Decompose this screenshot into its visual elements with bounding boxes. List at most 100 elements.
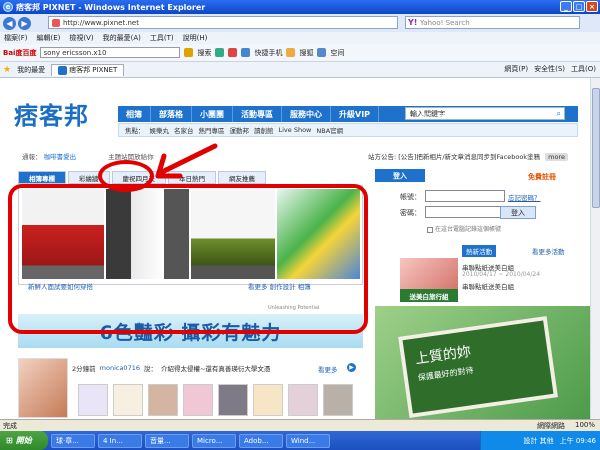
forgot-password-link[interactable]: 忘記密碼？ bbox=[508, 192, 541, 202]
taskbar-item[interactable]: Wind... bbox=[286, 433, 330, 448]
browser-tab[interactable]: 痞客邦 PIXNET bbox=[51, 63, 125, 76]
tray-extra[interactable]: 設計 其他 bbox=[523, 436, 553, 446]
nav-blog[interactable]: 部落格 bbox=[151, 106, 192, 122]
baidu-search-button[interactable]: 搜索 bbox=[197, 48, 211, 58]
taskbar-item[interactable]: Micro... bbox=[192, 433, 236, 448]
star-icon[interactable]: ★ bbox=[3, 65, 11, 75]
url-input[interactable]: http://www.pixnet.net bbox=[48, 16, 398, 29]
tools-menu[interactable]: 工具(O) bbox=[571, 64, 596, 74]
close-button[interactable]: × bbox=[586, 1, 598, 12]
avatar[interactable] bbox=[218, 384, 248, 416]
search-icon[interactable]: ⌕ bbox=[557, 109, 561, 119]
avatar[interactable] bbox=[78, 384, 108, 416]
announcement-text[interactable]: 站方公告: [公告]把新相片/新文章消息同步到Facebook塗鴉 bbox=[368, 153, 540, 161]
menu-file[interactable]: 檔案(F) bbox=[4, 33, 28, 43]
menu-favorites[interactable]: 我的最愛(A) bbox=[103, 33, 141, 43]
user-link[interactable]: monica0716 bbox=[100, 364, 140, 372]
menu-bar: 檔案(F) 編輯(E) 檢視(V) 我的最愛(A) 工具(T) 說明(H) bbox=[0, 32, 600, 44]
menu-help[interactable]: 說明(H) bbox=[183, 33, 208, 43]
start-label: 開始 bbox=[15, 436, 32, 445]
login-button[interactable]: 登入 bbox=[500, 206, 536, 219]
avatar[interactable] bbox=[253, 384, 283, 416]
account-label: 帳號： bbox=[400, 193, 421, 201]
avatar[interactable] bbox=[323, 384, 353, 416]
time-ago: 2分鐘前 bbox=[72, 365, 96, 373]
see-more-link[interactable]: 看更多 bbox=[318, 364, 338, 374]
taskbar: ⊞ 開始 球·章... 4 In... 音量... Micro... Adob..… bbox=[0, 431, 600, 450]
toolbar-label-3[interactable]: 空间 bbox=[330, 48, 344, 58]
next-arrow-icon[interactable]: ▶ bbox=[347, 363, 356, 372]
avatar[interactable] bbox=[183, 384, 213, 416]
avatar-row bbox=[18, 378, 363, 418]
tab-recommended[interactable]: 網友推薦 bbox=[218, 171, 266, 184]
avatar[interactable] bbox=[113, 384, 143, 416]
toolbar-icon[interactable] bbox=[228, 48, 238, 57]
baidu-toolbar: Bai度百度 sony ericsson.x10 搜索 快捷手机 搜狐 空间 bbox=[0, 44, 600, 62]
subnav-item[interactable]: 名家台 bbox=[174, 125, 194, 135]
activity-more-link[interactable]: 看更多活動 bbox=[532, 246, 565, 256]
subnav-item[interactable]: 娛樂丸 bbox=[150, 125, 170, 135]
taskbar-item[interactable]: 4 In... bbox=[98, 433, 142, 448]
subnav-item[interactable]: 讀創館 bbox=[254, 125, 274, 135]
toolbar-icon[interactable] bbox=[286, 48, 296, 57]
back-icon[interactable]: ◀ bbox=[3, 16, 16, 30]
menu-tools[interactable]: 工具(T) bbox=[150, 33, 174, 43]
site-logo[interactable]: 痞客邦 bbox=[14, 96, 89, 131]
page-menu[interactable]: 網頁(P) bbox=[504, 64, 528, 74]
free-register-link[interactable]: 免費註冊 bbox=[528, 172, 556, 182]
password-input[interactable] bbox=[425, 206, 505, 218]
account-input[interactable] bbox=[425, 190, 505, 202]
tab-album-column[interactable]: 相簿專欄 bbox=[18, 171, 66, 184]
vertical-scrollbar[interactable] bbox=[590, 78, 600, 419]
promo-image[interactable]: 送美白旅行組 bbox=[400, 258, 458, 302]
toolbar-label-2[interactable]: 搜狐 bbox=[299, 48, 313, 58]
nav-events[interactable]: 活動專區 bbox=[233, 106, 282, 122]
login-tab[interactable]: 登入 bbox=[375, 169, 425, 182]
url-text: http://www.pixnet.net bbox=[63, 18, 139, 27]
maximize-button[interactable]: □ bbox=[573, 1, 585, 12]
taskbar-item[interactable]: 球·章... bbox=[51, 433, 95, 448]
toolbar-icon[interactable] bbox=[317, 48, 327, 57]
start-button[interactable]: ⊞ 開始 bbox=[0, 431, 48, 450]
promo-band: 送美白旅行組 bbox=[400, 289, 458, 302]
checkbox-icon[interactable] bbox=[427, 226, 433, 233]
subnav-item[interactable]: 運動邦 bbox=[230, 125, 250, 135]
system-tray: 設計 其他 上午 09:46 bbox=[480, 431, 600, 450]
nav-service[interactable]: 服務中心 bbox=[282, 106, 331, 122]
safety-menu[interactable]: 安全性(S) bbox=[534, 64, 565, 74]
activity-title[interactable]: 串聯點紙送美白組 bbox=[462, 281, 514, 291]
site-announcement: 站方公告: [公告]把新相片/新文章消息同步到Facebook塗鴉 more bbox=[368, 151, 568, 161]
toolbar-icon[interactable] bbox=[241, 48, 251, 57]
nav-album[interactable]: 相簿 bbox=[118, 106, 151, 122]
zoom-level[interactable]: 100% bbox=[575, 421, 595, 431]
avatar[interactable] bbox=[288, 384, 318, 416]
baidu-search-input[interactable]: sony ericsson.x10 bbox=[40, 47, 181, 58]
forward-icon[interactable]: ▶ bbox=[18, 16, 31, 30]
search-input[interactable]: Y! Yahoo! Search bbox=[405, 16, 580, 29]
notice-link[interactable]: 咖啡書愛出 bbox=[44, 153, 77, 161]
subnav-item[interactable]: NBA官網 bbox=[316, 125, 343, 135]
scroll-thumb[interactable] bbox=[592, 88, 600, 208]
taskbar-item[interactable]: Adob... bbox=[239, 433, 283, 448]
subnav-item[interactable]: 熱門專區 bbox=[199, 125, 225, 135]
remember-checkbox[interactable]: 在這台電腦記錄這個帳號 bbox=[427, 224, 501, 233]
toolbar-icon[interactable] bbox=[215, 48, 225, 57]
windows-icon: ⊞ bbox=[6, 436, 13, 445]
minimize-button[interactable]: _ bbox=[560, 1, 572, 12]
nav-group[interactable]: 小團團 bbox=[192, 106, 233, 122]
notice-label: 通報： bbox=[22, 153, 42, 161]
nav-vip[interactable]: 升級VIP bbox=[331, 106, 380, 122]
menu-view[interactable]: 檢視(V) bbox=[69, 33, 93, 43]
subnav-item[interactable]: Live Show bbox=[279, 126, 312, 134]
more-button[interactable]: more bbox=[545, 153, 568, 161]
user-quote[interactable]: 介紹得太侵權~還有真善瑛衍大學文憑 bbox=[161, 363, 270, 373]
ie-window: e 痞客邦 PIXNET - Windows Internet Explorer… bbox=[0, 0, 600, 450]
favorites-label[interactable]: 我的最愛 bbox=[17, 65, 45, 75]
hot-keywords[interactable]: 熱門：NBA官網,鄭昕正林,吳建豪生田斗真,大奶 bbox=[420, 111, 546, 120]
tab-icon bbox=[58, 65, 68, 75]
avatar[interactable] bbox=[148, 384, 178, 416]
menu-edit[interactable]: 編輯(E) bbox=[37, 33, 61, 43]
taskbar-item[interactable]: 音量... bbox=[145, 433, 189, 448]
ad-image[interactable]: 上質的妳 保護最好的對待 bbox=[375, 306, 590, 419]
toolbar-label-1[interactable]: 快捷手机 bbox=[254, 48, 282, 58]
